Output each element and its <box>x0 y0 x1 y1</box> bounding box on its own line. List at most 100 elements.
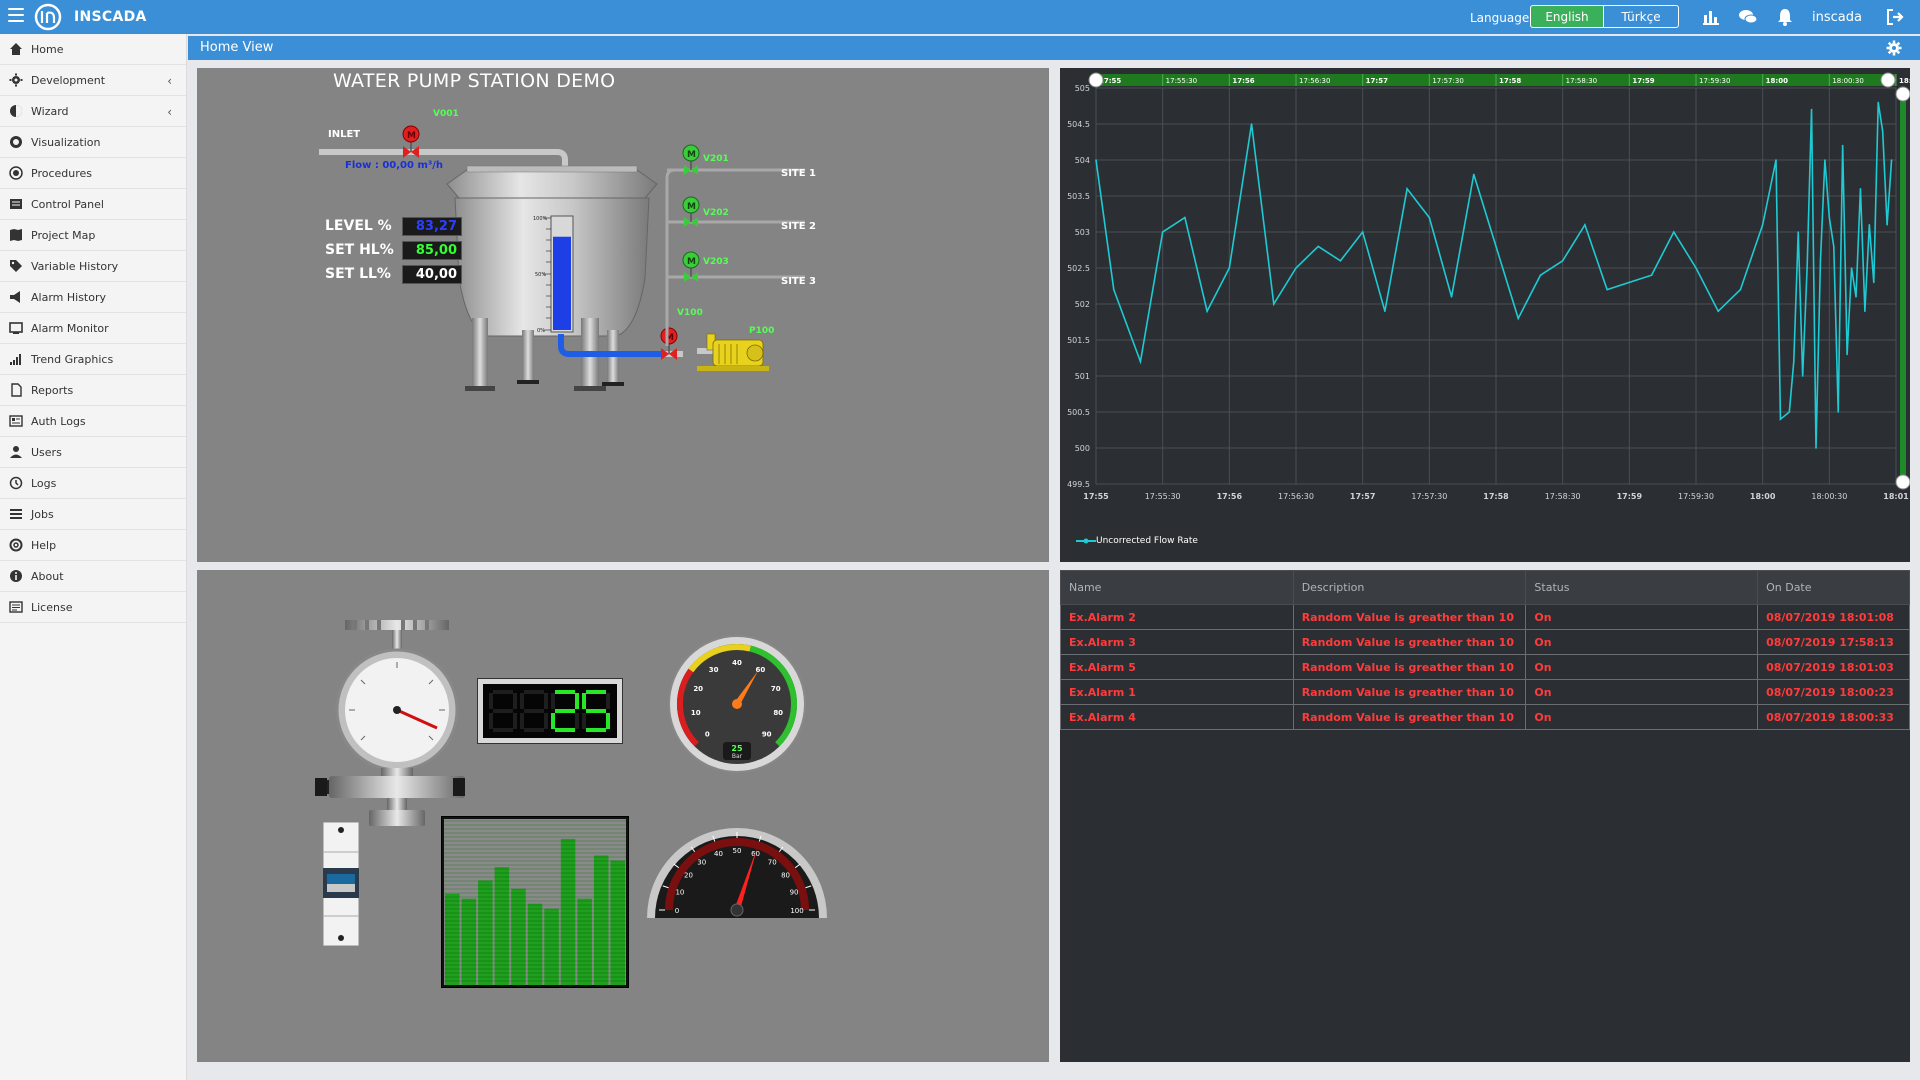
segment <box>582 713 586 729</box>
sidebar-item-label: Alarm History <box>31 290 106 304</box>
alarm-description-cell: Random Value is greather than 10 <box>1292 604 1527 630</box>
sidebar-item-visualization[interactable]: Visualization <box>0 127 186 158</box>
x-tick-label: 17:57 <box>1350 492 1375 501</box>
chevron-left-icon: ‹ <box>167 105 172 119</box>
x-tick-label: 18:01 <box>1883 492 1909 501</box>
sidebar-item-auth-logs[interactable]: Auth Logs <box>0 406 186 437</box>
sidebar-item-license[interactable]: License <box>0 592 186 623</box>
site-3-label: SITE 3 <box>781 276 817 287</box>
data-point <box>1450 296 1453 298</box>
pump-station-mimic-panel: WATER PUMP STATION DEMO INLET Flow : 00,… <box>197 68 1049 562</box>
x-tick-label: 17:58 <box>1483 492 1509 501</box>
sidebar-item-jobs[interactable]: Jobs <box>0 499 186 530</box>
sidebar-item-development[interactable]: Development ‹ <box>0 65 186 96</box>
alarm-status-cell: On <box>1525 604 1759 630</box>
alarm-date-cell: 08/07/2019 18:01:08 <box>1757 604 1910 630</box>
settings-gear-icon[interactable] <box>1886 40 1902 56</box>
sidebar-item-home[interactable]: Home <box>0 34 186 65</box>
data-point <box>1272 303 1275 305</box>
sidebar-item-alarm-monitor[interactable]: Alarm Monitor <box>0 313 186 344</box>
chart-legend[interactable]: Uncorrected Flow Rate <box>1076 536 1198 546</box>
data-point <box>1295 267 1297 269</box>
sidebar-item-trend-graphics[interactable]: Trend Graphics <box>0 344 186 375</box>
segment <box>520 713 524 729</box>
data-point <box>1890 159 1893 161</box>
digital-display-widget <box>477 678 623 744</box>
set-ll-value[interactable]: 40,00 <box>402 265 462 284</box>
bar <box>461 898 477 985</box>
speedo-tick-label: 100 <box>790 907 803 915</box>
data-point <box>1339 260 1342 262</box>
valve-v001-label: V001 <box>433 109 459 119</box>
gauge-tick-label: 0 <box>705 731 710 739</box>
x-tick-label: 18:00 <box>1750 492 1776 501</box>
language-turkish-button[interactable]: Türkçe <box>1603 5 1679 28</box>
table-row[interactable]: Ex.Alarm 4 Random Value is greather than … <box>1060 704 1910 730</box>
sidebar-item-alarm-history[interactable]: Alarm History <box>0 282 186 313</box>
sidebar-item-logs[interactable]: Logs <box>0 468 186 499</box>
signal-icon <box>9 352 23 366</box>
y-tick-label: 502 <box>1075 300 1090 309</box>
set-hl-value[interactable]: 85,00 <box>402 241 462 260</box>
language-english-button[interactable]: English <box>1530 5 1604 28</box>
table-row[interactable]: Ex.Alarm 3 Random Value is greather than … <box>1060 629 1910 655</box>
bar-chart-icon[interactable] <box>1701 7 1721 27</box>
data-point <box>1788 411 1791 413</box>
sidebar-item-procedures[interactable]: Procedures <box>0 158 186 189</box>
sidebar-item-variable-history[interactable]: Variable History <box>0 251 186 282</box>
flow-rate-chart[interactable]: 505 504.5 504 503.5 503 502.5 502 501.5 501 500.5… <box>1060 68 1910 562</box>
alarm-date-cell: 08/07/2019 18:00:33 <box>1757 704 1910 730</box>
segment <box>555 709 575 713</box>
sidebar-item-label: Project Map <box>31 228 96 242</box>
sidebar-item-project-map[interactable]: Project Map <box>0 220 186 251</box>
data-point <box>1228 267 1231 269</box>
data-point <box>1779 418 1782 421</box>
data-point <box>1806 267 1808 269</box>
sidebar-item-users[interactable]: Users <box>0 437 186 468</box>
alarm-name-cell: Ex.Alarm 4 <box>1060 704 1294 730</box>
segment <box>493 709 513 713</box>
sidebar-item-control-panel[interactable]: Control Panel <box>0 189 186 220</box>
column-header-on-date[interactable]: On Date <box>1757 570 1910 605</box>
x-tick-label: 17:59 <box>1617 492 1643 501</box>
bell-icon[interactable] <box>1775 7 1795 27</box>
column-header-name[interactable]: Name <box>1060 570 1294 605</box>
sidebar-item-label: Variable History <box>31 259 119 273</box>
chat-icon[interactable] <box>1738 7 1758 27</box>
table-row[interactable]: Ex.Alarm 5 Random Value is greather than … <box>1060 654 1910 680</box>
sidebar-item-label: Logs <box>31 476 57 490</box>
segment <box>524 709 544 713</box>
data-point <box>1859 188 1862 190</box>
username[interactable]: inscada <box>1812 10 1862 25</box>
chevron-left-icon: ‹ <box>167 74 172 88</box>
column-header-description[interactable]: Description <box>1292 570 1527 605</box>
sidebar-item-reports[interactable]: Reports <box>0 375 186 406</box>
circuit-breaker-switch[interactable] <box>321 822 361 946</box>
sidebar-item-wizard[interactable]: Wizard ‹ <box>0 96 186 127</box>
y-range-bar <box>1900 88 1906 484</box>
y-range-bottom-handle <box>1895 474 1910 490</box>
bullhorn-icon <box>9 290 23 304</box>
segment <box>520 693 524 709</box>
valve-v203-label: V203 <box>703 257 729 267</box>
data-point <box>1815 447 1817 449</box>
table-row[interactable]: Ex.Alarm 2 Random Value is greather than … <box>1060 604 1910 630</box>
tag-icon <box>9 259 23 273</box>
sidebar-item-help[interactable]: Help <box>0 530 186 561</box>
segment <box>524 728 544 732</box>
table-row[interactable]: Ex.Alarm 1 Random Value is greather than … <box>1060 679 1910 705</box>
segment <box>493 690 513 694</box>
sidebar-item-about[interactable]: About <box>0 561 186 592</box>
pressure-gauge-widget <box>315 620 465 826</box>
alarm-date-cell: 08/07/2019 18:01:03 <box>1757 654 1910 680</box>
data-point <box>1161 231 1164 233</box>
column-header-status[interactable]: Status <box>1525 570 1759 605</box>
logout-icon[interactable] <box>1885 7 1905 27</box>
hamburger-menu-icon[interactable] <box>8 8 24 22</box>
y-tick-label: 503.5 <box>1067 192 1090 201</box>
navigator-left-handle <box>1088 72 1104 88</box>
data-point <box>1717 310 1720 312</box>
alarm-monitor-panel: Name Description Status On Date Ex.Alarm… <box>1060 570 1910 1062</box>
segment <box>551 693 555 709</box>
data-point <box>1824 159 1826 161</box>
